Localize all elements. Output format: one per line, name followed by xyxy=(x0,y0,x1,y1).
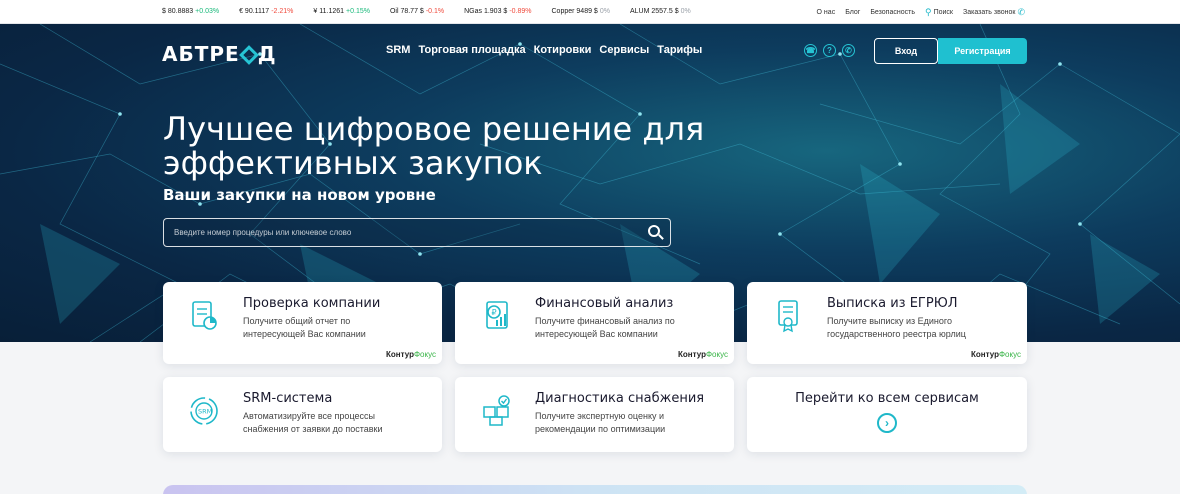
logo-text-left: АБТРЕ xyxy=(162,42,240,66)
promo-banner xyxy=(163,485,1027,494)
ticker-change: -0.1% xyxy=(425,8,445,15)
utility-links: О нас Блог Безопасность ⚲ Поиск Заказать … xyxy=(817,0,1027,24)
ticker-label: Copper 9489 $ xyxy=(551,8,598,15)
search-link[interactable]: ⚲ Поиск xyxy=(925,7,953,18)
search-icon: ⚲ xyxy=(924,6,932,17)
support-icon[interactable]: ☎ xyxy=(804,44,817,57)
header-icons: ☎ ? ✆ xyxy=(804,44,855,57)
blog-link[interactable]: Блог xyxy=(845,9,860,16)
warehouse-boxes-icon xyxy=(483,395,510,426)
ticker-item: ALUM 2557.5 $0% xyxy=(630,8,691,15)
ticker-change: 0% xyxy=(680,8,691,15)
search-link-label: Поиск xyxy=(933,8,953,16)
card-company-check[interactable]: Проверка компании Получите общий отчет п… xyxy=(163,282,442,364)
card-supply-diagnostics[interactable]: Диагностика снабжения Получите экспертну… xyxy=(455,377,734,452)
card-title: Диагностика снабжения xyxy=(535,391,705,406)
card-title: Финансовый анализ xyxy=(535,296,674,311)
svg-text:₽: ₽ xyxy=(492,308,497,317)
ticker-label: Oil 78.77 $ xyxy=(389,8,424,15)
kontur-focus-logo: КонтурФокус xyxy=(971,350,1021,359)
kontur-focus-logo: КонтурФокус xyxy=(678,350,728,359)
logo[interactable]: АБТРЕ Д xyxy=(162,42,277,66)
register-button[interactable]: Регистрация xyxy=(938,38,1027,64)
ticker-label: NGas 1.903 $ xyxy=(464,8,508,15)
search-bar xyxy=(163,218,671,247)
financial-report-icon: ₽ xyxy=(486,301,508,329)
whatsapp-icon[interactable]: ✆ xyxy=(842,44,855,57)
ticker-bar: $ 80.8883 +0.03% € 90.1117 -2.21% ¥ 11.1261 +… xyxy=(0,0,1180,24)
ticker-item: € 90.1117 -2.21% xyxy=(239,8,293,15)
nav-item[interactable]: Торговая площадка xyxy=(418,44,525,56)
arrow-right-icon[interactable]: › xyxy=(877,413,897,433)
certificate-icon xyxy=(778,300,798,333)
card-description: Автоматизируйте все процессы снабжения о… xyxy=(243,411,383,434)
ticker-list: $ 80.8883 +0.03% € 90.1117 -2.21% ¥ 11.1261 +… xyxy=(162,8,711,15)
search-input[interactable] xyxy=(174,228,634,237)
kontur-focus-logo: КонтурФокус xyxy=(386,350,436,359)
logo-diamond-icon xyxy=(238,45,259,65)
callback-link-label: Заказать звонок xyxy=(962,8,1016,16)
ticker-change: 0% xyxy=(599,8,610,15)
card-description: Получите общий отчет по интересующей Вас… xyxy=(243,316,366,339)
main-nav: SRM Торговая площадка Котировки Сервисы Тари… xyxy=(386,44,702,56)
card-title: Проверка компании xyxy=(243,296,381,311)
card-description: Получите выписку из Единого государствен… xyxy=(827,316,966,339)
card-all-services[interactable]: Перейти ко всем сервисам › xyxy=(747,377,1027,452)
nav-item[interactable]: Тарифы xyxy=(657,44,702,56)
ticker-item: Copper 9489 $0% xyxy=(552,8,610,15)
phone-icon: ✆ xyxy=(1017,6,1025,17)
nav-item[interactable]: Сервисы xyxy=(599,44,649,56)
card-description: Получите экспертную оценку и рекомендаци… xyxy=(535,411,666,434)
card-description: Получите финансовый анализ по интересующ… xyxy=(535,316,675,339)
login-button[interactable]: Вход xyxy=(874,38,938,64)
card-financial-analysis[interactable]: ₽ Финансовый анализ Получите финансовый … xyxy=(455,282,734,364)
callback-link[interactable]: Заказать звонок ✆ xyxy=(963,7,1027,18)
ticker-label: € 90.1117 xyxy=(239,8,270,15)
ticker-change: +0.03% xyxy=(195,8,220,15)
ticker-item: Oil 78.77 $ -0.1% xyxy=(390,8,444,15)
card-srm-system[interactable]: SRM SRM-система Автоматизируйте все проц… xyxy=(163,377,442,452)
ticker-change: -0.89% xyxy=(509,8,532,15)
svg-text:SRM: SRM xyxy=(198,408,212,416)
ticker-label: ¥ 11.1261 xyxy=(313,8,345,15)
logo-text-right: Д xyxy=(257,42,277,66)
card-title: Перейти ко всем сервисам xyxy=(795,391,979,406)
card-title: Выписка из ЕГРЮЛ xyxy=(827,296,958,311)
ticker-item: NGas 1.903 $ -0.89% xyxy=(464,8,531,15)
card-title: SRM-система xyxy=(243,391,333,406)
ticker-change: -2.21% xyxy=(271,8,294,15)
help-icon[interactable]: ? xyxy=(823,44,836,57)
about-link[interactable]: О нас xyxy=(817,9,836,16)
security-link[interactable]: Безопасность xyxy=(870,9,915,16)
search-icon[interactable] xyxy=(648,225,660,237)
ticker-item: ¥ 11.1261 +0.15% xyxy=(313,8,370,15)
ticker-label: $ 80.8883 xyxy=(162,8,194,15)
document-chart-icon xyxy=(192,301,217,330)
hero-subtitle: Ваши закупки на новом уровне xyxy=(163,186,436,204)
card-egrul-extract[interactable]: Выписка из ЕГРЮЛ Получите выписку из Еди… xyxy=(747,282,1027,364)
ticker-item: $ 80.8883 +0.03% xyxy=(162,8,219,15)
nav-item[interactable]: Котировки xyxy=(534,44,592,56)
ticker-label: ALUM 2557.5 $ xyxy=(629,8,679,15)
srm-cycle-icon: SRM xyxy=(190,397,218,425)
ticker-change: +0.15% xyxy=(346,8,370,15)
nav-item[interactable]: SRM xyxy=(386,44,410,56)
hero-title: Лучшее цифровое решение для эффективных … xyxy=(163,110,705,182)
